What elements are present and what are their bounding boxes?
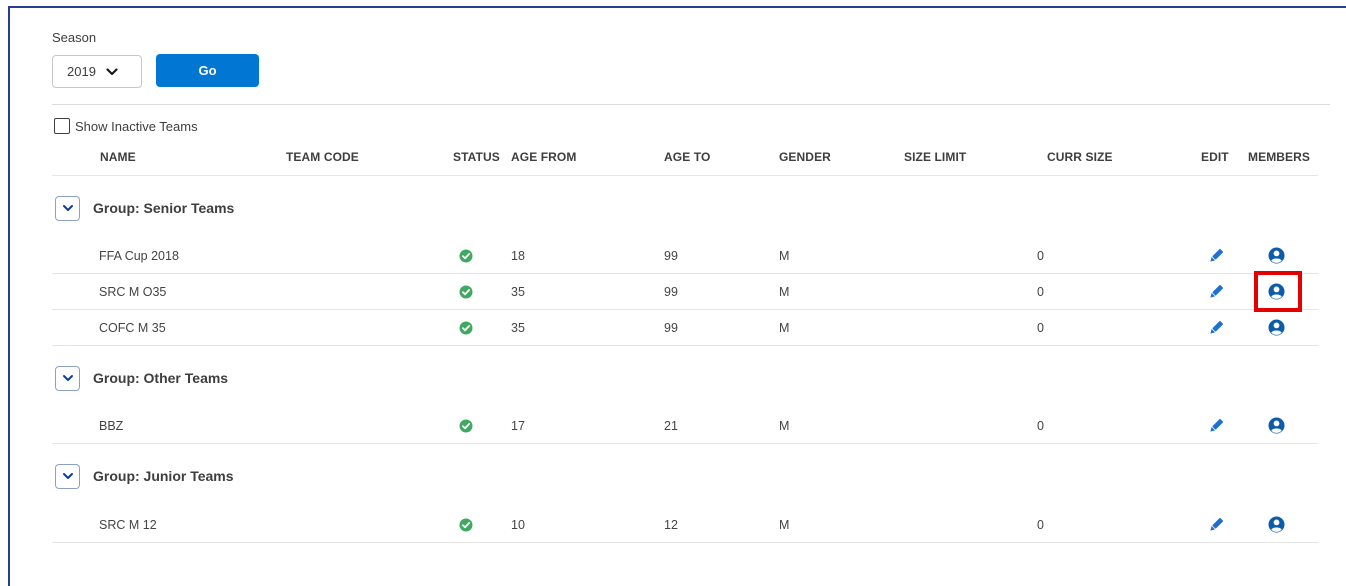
user-circle-icon[interactable] <box>1268 516 1285 533</box>
pencil-icon[interactable] <box>1207 319 1225 337</box>
group-header: Group: Other Teams <box>55 365 228 391</box>
pencil-icon[interactable] <box>1207 283 1225 301</box>
season-selected-value: 2019 <box>67 64 96 79</box>
cell-curr-size: 0 <box>1037 419 1044 433</box>
cell-curr-size: 0 <box>1037 321 1044 335</box>
go-button[interactable]: Go <box>156 54 259 87</box>
user-circle-icon[interactable] <box>1268 247 1285 264</box>
cell-age-from: 35 <box>511 321 525 335</box>
check-circle-icon <box>459 249 473 263</box>
column-header-age-to[interactable]: AGE TO <box>664 150 710 164</box>
column-header-curr-size[interactable]: CURR SIZE <box>1047 150 1113 164</box>
header-divider <box>52 175 1318 176</box>
group-toggle-button[interactable] <box>55 463 80 489</box>
user-circle-icon[interactable] <box>1268 319 1285 336</box>
column-header-members: MEMBERS <box>1248 150 1311 164</box>
user-circle-icon[interactable] <box>1268 417 1285 434</box>
cell-name: SRC M 12 <box>99 518 157 532</box>
table-row: FFA Cup 2018 18 99 M 0 <box>52 238 1318 274</box>
group-title: Group: Senior Teams <box>93 200 235 216</box>
cell-age-from: 18 <box>511 249 525 263</box>
cell-age-to: 99 <box>664 249 678 263</box>
group-title: Group: Junior Teams <box>93 468 234 484</box>
cell-age-from: 10 <box>511 518 525 532</box>
table-row: COFC M 35 35 99 M 0 <box>52 310 1318 346</box>
group-toggle-button[interactable] <box>55 195 80 221</box>
check-circle-icon <box>459 285 473 299</box>
highlight-box <box>1254 271 1302 312</box>
cell-name: FFA Cup 2018 <box>99 249 179 263</box>
group-header: Group: Senior Teams <box>55 195 234 221</box>
column-header-age-from[interactable]: AGE FROM <box>511 150 576 164</box>
column-header-name[interactable]: NAME <box>100 150 136 164</box>
pencil-icon[interactable] <box>1207 247 1225 265</box>
column-header-status[interactable]: STATUS <box>453 150 500 164</box>
show-inactive-label: Show Inactive Teams <box>75 118 198 134</box>
cell-gender: M <box>779 285 790 299</box>
divider <box>52 104 1330 105</box>
chevron-down-icon <box>106 67 118 75</box>
check-circle-icon <box>459 419 473 433</box>
cell-age-from: 35 <box>511 285 525 299</box>
cell-age-to: 99 <box>664 321 678 335</box>
pencil-icon[interactable] <box>1207 417 1225 435</box>
column-header-team-code[interactable]: TEAM CODE <box>286 150 359 164</box>
cell-name: COFC M 35 <box>99 321 166 335</box>
table-row: SRC M O35 35 99 M 0 <box>52 274 1318 310</box>
show-inactive-checkbox[interactable] <box>54 118 70 134</box>
table-row: SRC M 12 10 12 M 0 <box>52 507 1318 543</box>
cell-age-to: 21 <box>664 419 678 433</box>
pencil-icon[interactable] <box>1207 516 1225 534</box>
cell-name: BBZ <box>99 419 124 433</box>
cell-name: SRC M O35 <box>99 285 167 299</box>
season-select[interactable]: 2019 <box>52 55 142 88</box>
cell-gender: M <box>779 321 790 335</box>
cell-curr-size: 0 <box>1037 518 1044 532</box>
cell-gender: M <box>779 419 790 433</box>
show-inactive-teams[interactable]: Show Inactive Teams <box>54 118 198 134</box>
table-row: BBZ 17 21 M 0 <box>52 408 1318 444</box>
group-toggle-button[interactable] <box>55 365 80 391</box>
cell-age-to: 12 <box>664 518 678 532</box>
group-title: Group: Other Teams <box>93 370 229 386</box>
cell-gender: M <box>779 249 790 263</box>
column-header-edit: EDIT <box>1201 150 1229 164</box>
group-header: Group: Junior Teams <box>55 463 234 489</box>
cell-age-from: 17 <box>511 419 525 433</box>
column-header-gender[interactable]: GENDER <box>779 150 831 164</box>
check-circle-icon <box>459 321 473 335</box>
check-circle-icon <box>459 518 473 532</box>
cell-curr-size: 0 <box>1037 285 1044 299</box>
cell-age-to: 99 <box>664 285 678 299</box>
chevron-down-icon <box>62 375 73 381</box>
cell-gender: M <box>779 518 790 532</box>
column-header-size-limit[interactable]: SIZE LIMIT <box>904 150 966 164</box>
chevron-down-icon <box>62 205 73 211</box>
chevron-down-icon <box>62 473 73 479</box>
season-label: Season <box>52 30 97 45</box>
cell-curr-size: 0 <box>1037 249 1044 263</box>
